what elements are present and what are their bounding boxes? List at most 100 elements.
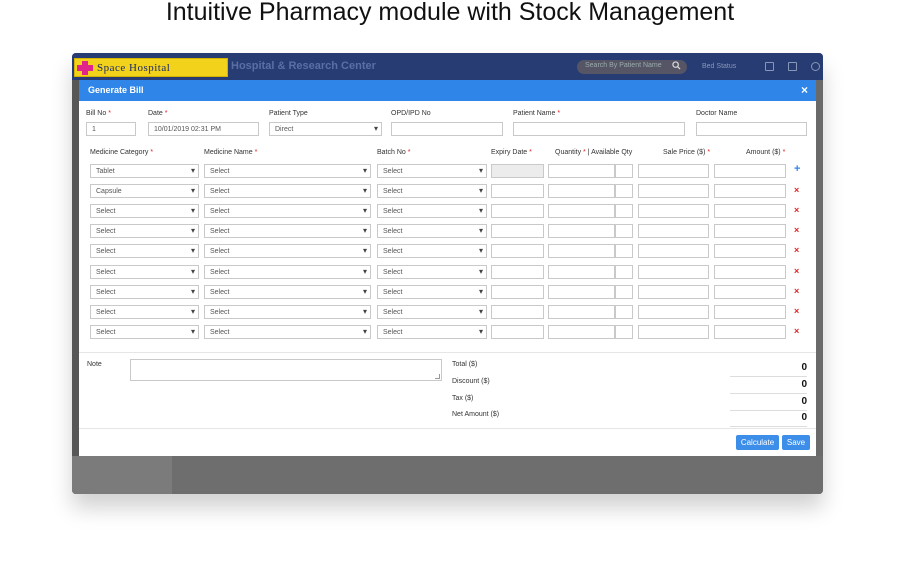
- total-value: 0: [730, 362, 807, 377]
- expiry-date-field[interactable]: [491, 285, 544, 299]
- search-placeholder: Search By Patient Name: [585, 62, 662, 69]
- delete-row-icon[interactable]: ×: [794, 266, 799, 276]
- medicine-name-select[interactable]: Select: [204, 244, 371, 258]
- col-quantity: Quantity * | Available Qty: [555, 149, 633, 156]
- quantity-field[interactable]: [548, 204, 615, 218]
- opd-ipd-field[interactable]: [391, 122, 503, 136]
- quantity-field[interactable]: [548, 265, 615, 279]
- medicine-category-select[interactable]: Tablet: [90, 164, 199, 178]
- patient-type-select[interactable]: Direct: [269, 122, 382, 136]
- quantity-field[interactable]: [548, 184, 615, 198]
- sale-price-field[interactable]: [638, 325, 709, 339]
- quantity-field[interactable]: [548, 305, 615, 319]
- amount-field[interactable]: [714, 265, 786, 279]
- save-button[interactable]: Save: [782, 435, 810, 450]
- tasks-icon[interactable]: [788, 62, 797, 71]
- search-icon[interactable]: [672, 61, 681, 70]
- sale-price-field[interactable]: [638, 204, 709, 218]
- doctor-name-field[interactable]: [696, 122, 807, 136]
- medicine-category-select[interactable]: Select: [90, 224, 199, 238]
- batch-no-select[interactable]: Select: [377, 224, 487, 238]
- hospital-logo[interactable]: Space Hospital: [74, 58, 228, 77]
- medicine-name-select[interactable]: Select: [204, 224, 371, 238]
- expiry-date-field[interactable]: [491, 164, 544, 178]
- sale-price-field[interactable]: [638, 184, 709, 198]
- batch-no-select[interactable]: Select: [377, 184, 487, 198]
- quantity-field[interactable]: [548, 244, 615, 258]
- sale-price-field[interactable]: [638, 224, 709, 238]
- medicine-name-select[interactable]: Select: [204, 204, 371, 218]
- quantity-field[interactable]: [548, 325, 615, 339]
- amount-field[interactable]: [714, 224, 786, 238]
- expiry-date-field[interactable]: [491, 204, 544, 218]
- batch-no-select[interactable]: Select: [377, 265, 487, 279]
- amount-field[interactable]: [714, 285, 786, 299]
- resize-grip-icon[interactable]: [435, 374, 440, 379]
- bed-status-link[interactable]: Bed Status: [702, 63, 736, 70]
- note-textarea[interactable]: [130, 359, 442, 381]
- medicine-category-select[interactable]: Select: [90, 285, 199, 299]
- available-qty-field: [615, 325, 633, 339]
- delete-row-icon[interactable]: ×: [794, 245, 799, 255]
- medicine-name-select[interactable]: Select: [204, 305, 371, 319]
- app-screenshot: Space Hospital Hospital & Research Cente…: [72, 53, 823, 494]
- batch-no-select[interactable]: Select: [377, 325, 487, 339]
- medicine-category-select[interactable]: Capsule: [90, 184, 199, 198]
- amount-field[interactable]: [714, 325, 786, 339]
- expiry-date-field[interactable]: [491, 184, 544, 198]
- sale-price-field[interactable]: [638, 305, 709, 319]
- amount-field[interactable]: [714, 184, 786, 198]
- batch-no-select[interactable]: Select: [377, 204, 487, 218]
- quantity-field[interactable]: [548, 285, 615, 299]
- date-field[interactable]: 10/01/2019 02:31 PM: [148, 122, 259, 136]
- close-icon[interactable]: ×: [801, 83, 808, 97]
- amount-field[interactable]: [714, 305, 786, 319]
- user-avatar-icon[interactable]: [811, 62, 820, 71]
- medicine-category-select[interactable]: Select: [90, 305, 199, 319]
- delete-row-icon[interactable]: ×: [794, 205, 799, 215]
- delete-row-icon[interactable]: ×: [794, 225, 799, 235]
- medicine-name-select[interactable]: Select: [204, 184, 371, 198]
- batch-no-select[interactable]: Select: [377, 244, 487, 258]
- add-row-icon[interactable]: +: [794, 163, 800, 175]
- amount-field[interactable]: [714, 164, 786, 178]
- calculate-button[interactable]: Calculate: [736, 435, 779, 450]
- expiry-date-field[interactable]: [491, 265, 544, 279]
- medicine-name-select[interactable]: Select: [204, 285, 371, 299]
- expiry-date-field[interactable]: [491, 305, 544, 319]
- sale-price-field[interactable]: [638, 244, 709, 258]
- calendar-icon[interactable]: [765, 62, 774, 71]
- batch-no-select[interactable]: Select: [377, 285, 487, 299]
- quantity-field[interactable]: [548, 224, 615, 238]
- expiry-date-field[interactable]: [491, 325, 544, 339]
- delete-row-icon[interactable]: ×: [794, 185, 799, 195]
- expiry-date-field[interactable]: [491, 244, 544, 258]
- bill-no-field[interactable]: 1: [86, 122, 136, 136]
- amount-field[interactable]: [714, 204, 786, 218]
- sale-price-field[interactable]: [638, 265, 709, 279]
- medicine-name-select[interactable]: Select: [204, 265, 371, 279]
- delete-row-icon[interactable]: ×: [794, 306, 799, 316]
- medicine-category-select[interactable]: Select: [90, 325, 199, 339]
- patient-name-field[interactable]: [513, 122, 685, 136]
- medicine-category-select[interactable]: Select: [90, 204, 199, 218]
- top-navbar: Space Hospital Hospital & Research Cente…: [72, 53, 823, 80]
- delete-row-icon[interactable]: ×: [794, 286, 799, 296]
- delete-row-icon[interactable]: ×: [794, 326, 799, 336]
- medicine-category-select[interactable]: Select: [90, 265, 199, 279]
- divider: [79, 428, 816, 429]
- expiry-date-field[interactable]: [491, 224, 544, 238]
- total-label: Tax ($): [452, 395, 474, 402]
- patient-search-input[interactable]: Search By Patient Name: [577, 60, 687, 74]
- quantity-field[interactable]: [548, 164, 615, 178]
- col-medicine-category: Medicine Category *: [90, 149, 154, 156]
- medicine-name-select[interactable]: Select: [204, 164, 371, 178]
- amount-field[interactable]: [714, 244, 786, 258]
- total-value: 0: [730, 396, 807, 411]
- sale-price-field[interactable]: [638, 164, 709, 178]
- batch-no-select[interactable]: Select: [377, 305, 487, 319]
- batch-no-select[interactable]: Select: [377, 164, 487, 178]
- medicine-category-select[interactable]: Select: [90, 244, 199, 258]
- sale-price-field[interactable]: [638, 285, 709, 299]
- medicine-name-select[interactable]: Select: [204, 325, 371, 339]
